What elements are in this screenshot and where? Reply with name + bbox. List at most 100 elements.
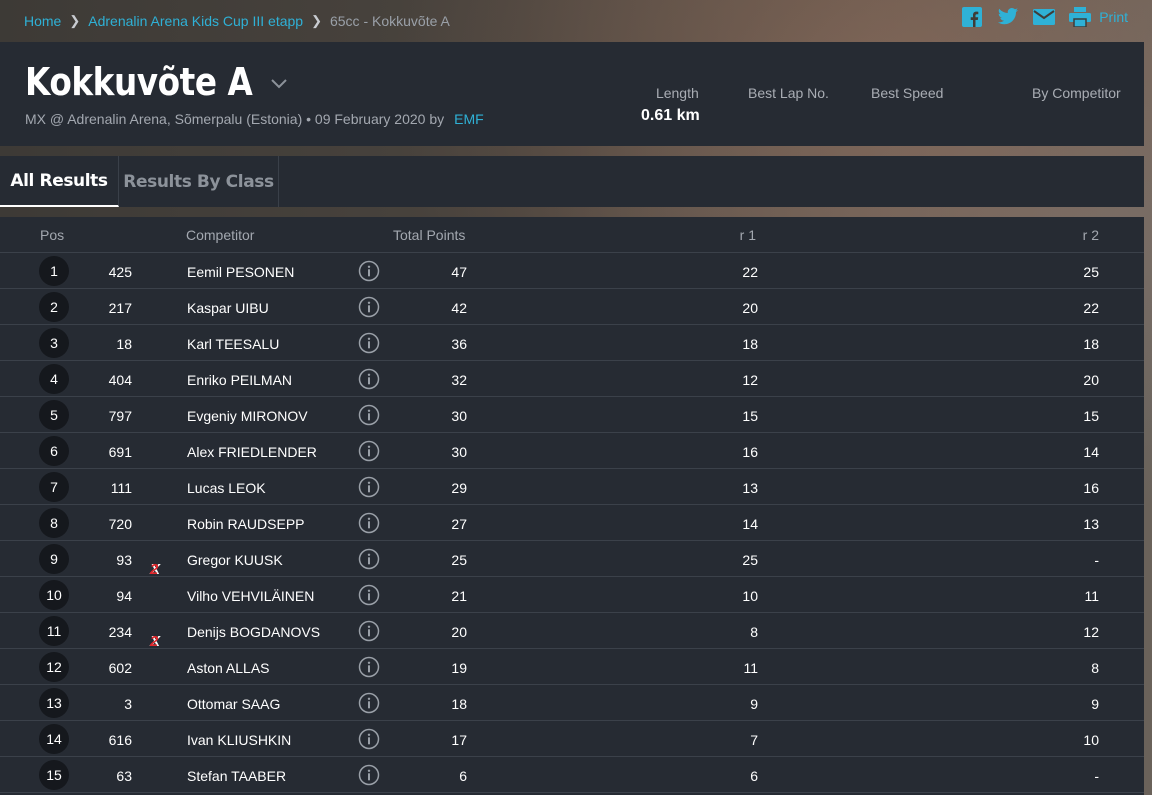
chevron-right-icon: ❯: [311, 13, 322, 28]
stat-best-lap: Best Lap No.: [748, 85, 829, 101]
info-icon[interactable]: [358, 692, 380, 714]
total-points: 21: [451, 588, 467, 604]
table-row[interactable]: 7 111 Lucas LEOK 29 13 16: [0, 469, 1144, 505]
info-icon[interactable]: [358, 404, 380, 426]
table-header: Pos Competitor Total Points r 1 r 2: [0, 217, 1144, 253]
table-row[interactable]: 5 797 Evgeniy MIRONOV 30 15 15: [0, 397, 1144, 433]
race1-points: 15: [742, 408, 758, 424]
table-row[interactable]: 9 93 X 2 Gregor KUUSK 25 25-: [0, 541, 1144, 578]
competitor-name[interactable]: Kaspar UIBU: [187, 300, 269, 316]
stat-label: Length: [655, 85, 699, 101]
table-row[interactable]: 4 404 Enriko PEILMAN 32 12 20: [0, 361, 1144, 397]
info-icon[interactable]: [358, 548, 380, 570]
competitor-name[interactable]: Stefan TAABER: [187, 768, 286, 784]
race-number: 234: [108, 624, 132, 640]
competitor-name[interactable]: Robin RAUDSEPP: [187, 516, 305, 532]
info-icon[interactable]: [358, 728, 380, 750]
session-info: MX @ Adrenalin Arena, Sõmerpalu (Estonia…: [25, 111, 445, 127]
position-badge: 3: [39, 328, 69, 358]
competitor-name[interactable]: Karl TEESALU: [187, 336, 279, 352]
competitor-name[interactable]: Alex FRIEDLENDER: [187, 444, 317, 460]
info-icon[interactable]: [358, 764, 380, 786]
position-badge: 11: [39, 616, 69, 646]
race2-points: 11: [1084, 588, 1099, 604]
race1-points: 25: [742, 552, 758, 568]
info-icon[interactable]: [358, 584, 380, 606]
race2-points: 20: [1083, 372, 1099, 388]
session-subtitle: MX @ Adrenalin Arena, Sõmerpalu (Estonia…: [25, 111, 484, 127]
total-points: 47: [451, 264, 467, 280]
position-badge: 5: [39, 400, 69, 430]
race-number: 425: [108, 264, 132, 280]
col-pos[interactable]: Pos: [40, 227, 64, 243]
info-icon[interactable]: [358, 656, 380, 678]
print-link[interactable]: Print: [1099, 9, 1128, 25]
competitor-name[interactable]: Evgeniy MIRONOV: [187, 408, 308, 424]
total-points: 17: [451, 732, 467, 748]
col-competitor[interactable]: Competitor: [186, 227, 254, 243]
info-icon[interactable]: [358, 476, 380, 498]
table-row[interactable]: 15 63 Stefan TAABER 6 6 -: [0, 757, 1144, 793]
facebook-icon[interactable]: [961, 6, 983, 28]
table-row[interactable]: 2 217 Kaspar UIBU 42 20 22: [0, 289, 1144, 325]
total-points: 20: [451, 624, 467, 640]
chevron-right-icon: ❯: [69, 13, 81, 28]
competitor-name[interactable]: Ivan KLIUSHKIN: [187, 732, 291, 748]
table-row[interactable]: 3 18 Karl TEESALU 36 18 18: [0, 325, 1144, 361]
col-r2[interactable]: r 2: [1083, 227, 1099, 243]
total-points: 18: [451, 696, 467, 712]
competitor-name[interactable]: Lucas LEOK: [187, 480, 266, 496]
competitor-name[interactable]: Gregor KUUSK: [187, 552, 283, 568]
tab-all-results[interactable]: All Results: [0, 156, 119, 207]
total-points: 30: [451, 444, 467, 460]
total-points: 19: [451, 660, 467, 676]
email-icon[interactable]: [1033, 6, 1056, 28]
stat-label: Best Speed: [871, 85, 944, 101]
race1-points: 11: [743, 660, 758, 676]
position-badge: 8: [39, 508, 69, 538]
page-title: Kokkuvõte A: [25, 60, 253, 104]
race2-points: 18: [1083, 336, 1099, 352]
table-row[interactable]: 1 425 Eemil PESONEN 47 22 25: [0, 253, 1144, 289]
info-icon[interactable]: [358, 296, 380, 318]
competitor-name[interactable]: Eemil PESONEN: [187, 264, 294, 280]
info-icon[interactable]: [358, 620, 380, 642]
chevron-down-icon[interactable]: [271, 76, 288, 94]
breadcrumb-event[interactable]: Adrenalin Arena Kids Cup III etapp: [88, 13, 303, 29]
race-number: 797: [108, 408, 132, 424]
info-icon[interactable]: [358, 512, 380, 534]
table-row[interactable]: 6 691 Alex FRIEDLENDER 30 16 14: [0, 433, 1144, 469]
print-icon[interactable]: [1069, 6, 1092, 28]
info-icon[interactable]: [358, 260, 380, 282]
competitor-name[interactable]: Vilho VEHVILÄINEN: [187, 588, 314, 604]
race2-points: 14: [1083, 444, 1099, 460]
table-row[interactable]: 12 602 Aston ALLAS 19 11 8: [0, 649, 1144, 685]
competitor-name[interactable]: Enriko PEILMAN: [187, 372, 292, 388]
table-row[interactable]: 10 94 Vilho VEHVILÄINEN 21 10 11: [0, 577, 1144, 613]
table-body: 1 425 Eemil PESONEN 47 22 25 2 217 Kaspar UIBU 42…: [0, 253, 1144, 793]
position-badge: 10: [39, 580, 69, 610]
competitor-name[interactable]: Ottomar SAAG: [187, 696, 280, 712]
competitor-name[interactable]: Aston ALLAS: [187, 660, 270, 676]
breadcrumb-current: 65cc - Kokkuvõte A: [329, 13, 450, 29]
col-r1[interactable]: r 1: [740, 227, 756, 243]
total-points: 27: [451, 516, 467, 532]
table-row[interactable]: 8 720 Robin RAUDSEPP 27 14 13: [0, 505, 1144, 541]
table-row[interactable]: 13 3 Ottomar SAAG 18 9 9: [0, 685, 1144, 721]
table-row[interactable]: 11 234 X 2 Denijs BOGDANOVS 20 8 12: [0, 613, 1144, 650]
breadcrumb-home[interactable]: Home: [24, 13, 61, 29]
competitor-name[interactable]: Denijs BOGDANOVS: [187, 624, 320, 640]
organizer-link[interactable]: EMF: [454, 111, 484, 127]
stat-best-speed: Best Speed: [871, 85, 943, 101]
info-icon[interactable]: [358, 332, 380, 354]
col-total-points[interactable]: Total Points: [393, 227, 465, 243]
race2-points: 13: [1083, 516, 1099, 532]
info-icon[interactable]: [358, 368, 380, 390]
twitter-icon[interactable]: [997, 6, 1019, 28]
total-points: 29: [451, 480, 467, 496]
info-icon[interactable]: [358, 440, 380, 462]
results-table: Pos Competitor Total Points r 1 r 2 1 425…: [0, 217, 1144, 795]
position-badge: 1: [39, 256, 69, 286]
table-row[interactable]: 14 616 Ivan KLIUSHKIN 17 7 10: [0, 721, 1144, 757]
tab-results-by-class[interactable]: Results By Class: [119, 156, 279, 207]
